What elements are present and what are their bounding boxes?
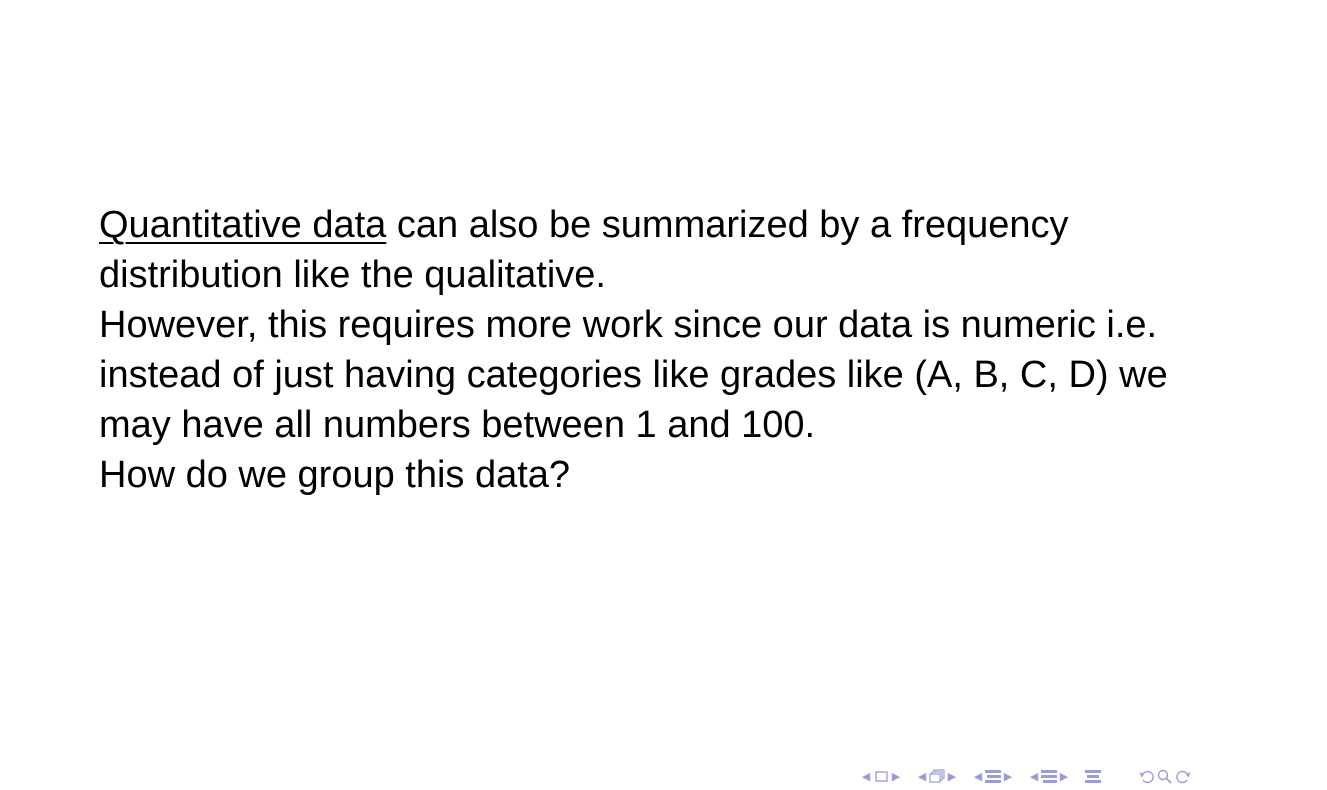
- previous-section-arrow[interactable]: ◀: [972, 770, 984, 783]
- previous-subsection-arrow[interactable]: ◀: [916, 770, 928, 783]
- text-line-2: distribution like the qualitative.: [99, 254, 606, 296]
- subsection-navigation: ◀ ▶: [916, 768, 958, 784]
- next-subsection-arrow[interactable]: ▶: [946, 770, 958, 783]
- previous-presentation-arrow[interactable]: ◀: [1028, 770, 1040, 783]
- frame-nav-icon[interactable]: [872, 768, 890, 784]
- text-line-6: How do we group this data?: [99, 454, 571, 496]
- next-frame-arrow[interactable]: ▶: [890, 770, 902, 783]
- search-controls: [1138, 768, 1192, 784]
- section-nav-icon[interactable]: [984, 768, 1002, 784]
- section-navigation: ◀ ▶: [972, 768, 1014, 784]
- previous-frame-arrow[interactable]: ◀: [860, 770, 872, 783]
- text-line-3: However, this requires more work since o…: [99, 304, 1158, 346]
- text-line-1-rest: can also be summarized by a frequency: [386, 204, 1069, 246]
- text-line-4: instead of just having categories like g…: [99, 354, 1168, 396]
- search-icon[interactable]: [1156, 768, 1174, 784]
- next-section-arrow[interactable]: ▶: [1002, 770, 1014, 783]
- next-presentation-arrow[interactable]: ▶: [1058, 770, 1070, 783]
- presentation-navigation: ◀ ▶: [1028, 768, 1070, 784]
- document-nav-icon[interactable]: [1084, 768, 1102, 784]
- slide-body: Quantitative data can also be summarized…: [99, 200, 1239, 500]
- subsection-nav-icon[interactable]: [928, 768, 946, 784]
- back-icon[interactable]: [1138, 768, 1156, 784]
- beamer-navigation-bar: ◀ ▶ ◀ ▶ ◀ ▶ ◀ ▶: [860, 764, 1192, 788]
- forward-icon[interactable]: [1174, 768, 1192, 784]
- document-navigation: [1084, 768, 1102, 784]
- text-line-1: Quantitative data can also be summarized…: [99, 200, 1239, 250]
- quantitative-data-term: Quantitative data: [99, 204, 387, 246]
- presentation-nav-icon[interactable]: [1040, 768, 1058, 784]
- text-line-5: may have all numbers between 1 and 100.: [99, 404, 816, 446]
- frame-navigation: ◀ ▶: [860, 768, 902, 784]
